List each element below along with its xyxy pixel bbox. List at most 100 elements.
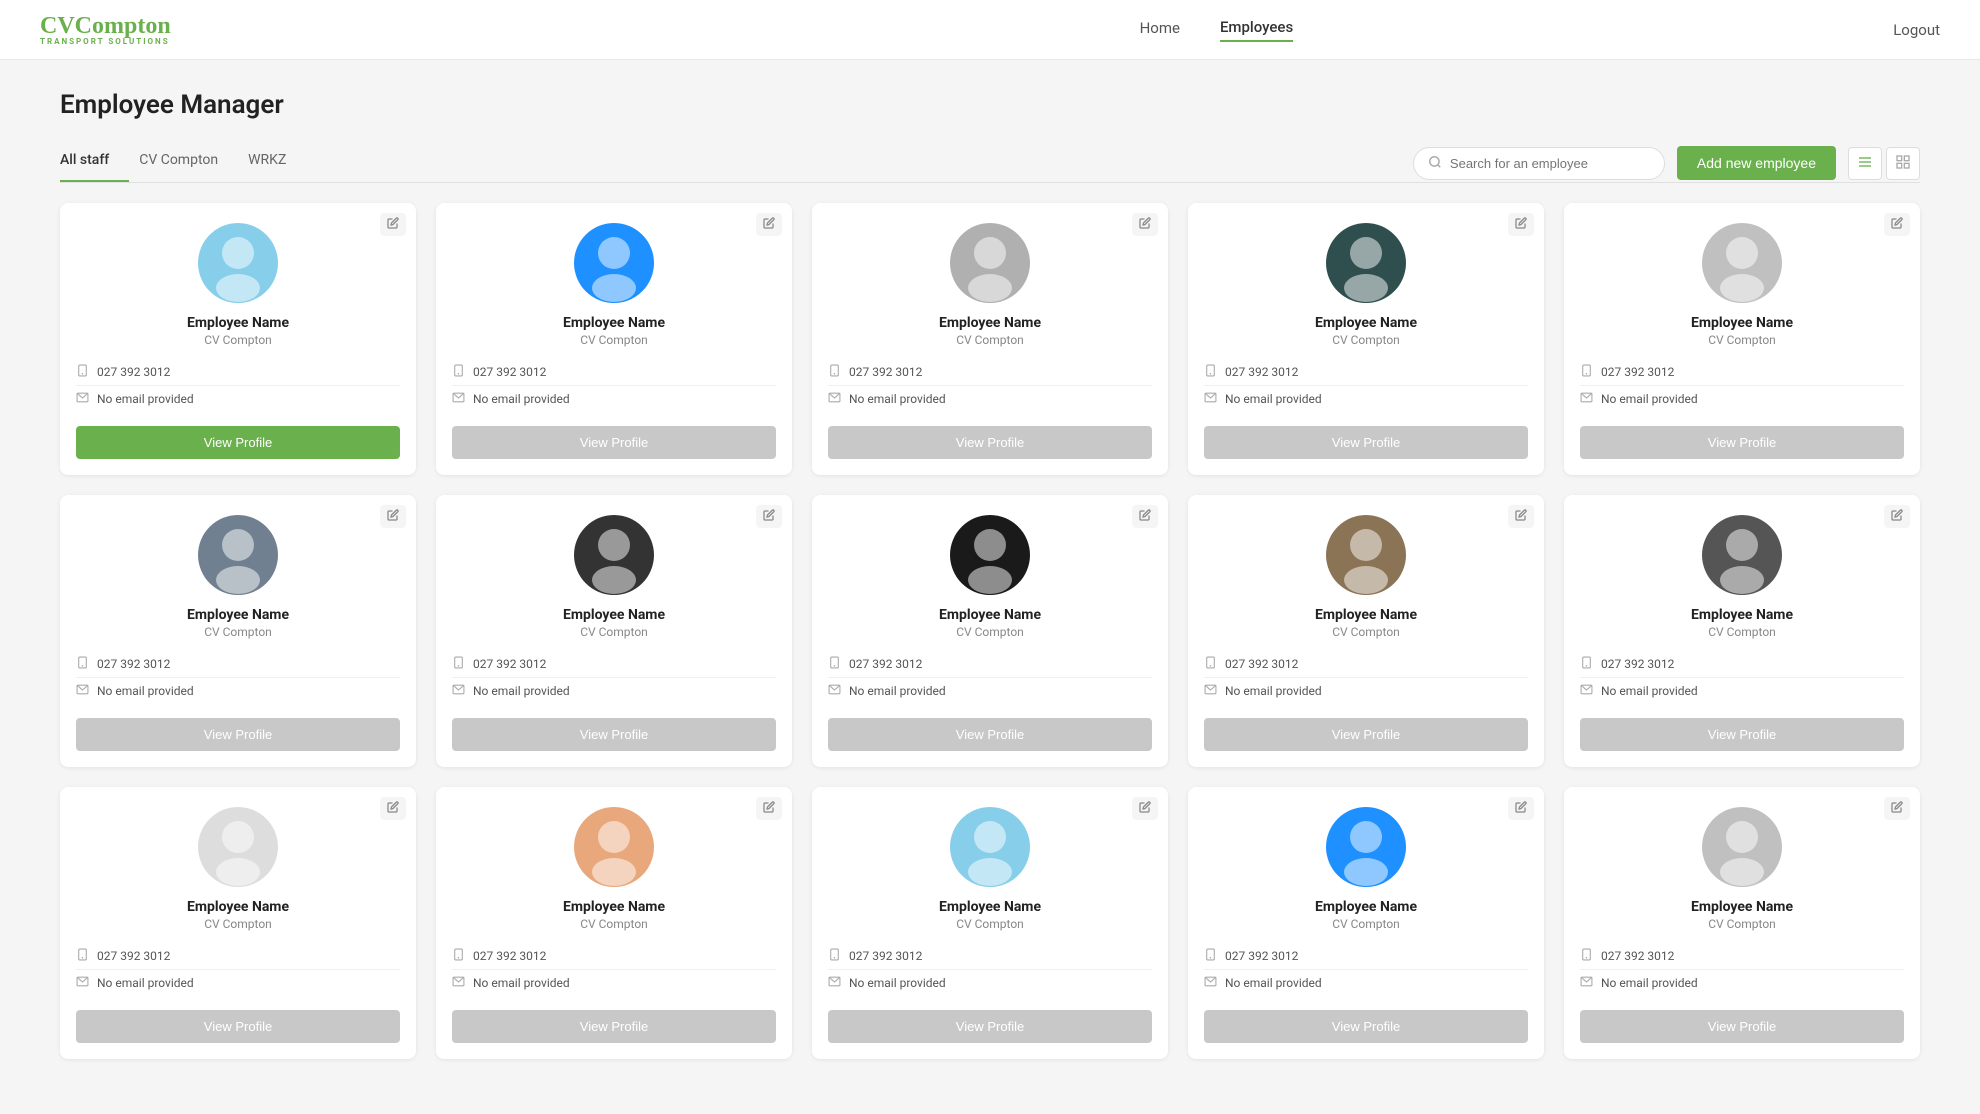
email-row: No email provided [76,386,400,412]
view-profile-button[interactable]: View Profile [76,426,400,459]
view-profile-button[interactable]: View Profile [1580,426,1904,459]
email-icon [1204,975,1217,991]
view-profile-button[interactable]: View Profile [828,718,1152,751]
page-title: Employee Manager [60,90,1920,120]
employee-company: CV Compton [204,333,272,347]
view-profile-button[interactable]: View Profile [1204,718,1528,751]
view-profile-button[interactable]: View Profile [1580,718,1904,751]
phone-row: 027 392 3012 [1204,651,1528,678]
phone-icon [1204,948,1217,964]
navbar: CVCompton TRANSPORT SOLUTIONS Home Emplo… [0,0,1980,60]
nav-links: Home Employees [1140,18,1294,42]
edit-button[interactable] [1132,213,1158,236]
phone-value: 027 392 3012 [849,365,922,379]
phone-value: 027 392 3012 [1225,657,1298,671]
phone-icon [828,364,841,380]
employee-card: Employee Name CV Compton 027 392 3012 [1564,787,1920,1059]
email-value: No email provided [473,684,570,698]
edit-button[interactable] [1884,505,1910,528]
employee-company: CV Compton [1708,917,1776,931]
list-view-button[interactable] [1848,147,1882,180]
email-icon [452,391,465,407]
phone-row: 027 392 3012 [452,651,776,678]
edit-button[interactable] [1884,213,1910,236]
nav-logout[interactable]: Logout [1893,21,1940,39]
email-row: No email provided [76,678,400,704]
phone-value: 027 392 3012 [1601,657,1674,671]
view-profile-button[interactable]: View Profile [76,1010,400,1043]
edit-button[interactable] [1508,505,1534,528]
employee-company: CV Compton [1332,917,1400,931]
grid-view-button[interactable] [1886,147,1920,180]
phone-icon [76,656,89,672]
email-icon [1580,391,1593,407]
tabs-toolbar: All staff CV Compton WRKZ Add new employ… [60,144,1920,183]
search-input[interactable] [1450,156,1650,171]
edit-button[interactable] [1132,797,1158,820]
view-profile-button[interactable]: View Profile [452,1010,776,1043]
tab-wrkz[interactable]: WRKZ [248,144,306,182]
employee-name: Employee Name [939,607,1041,623]
avatar [198,515,278,595]
email-value: No email provided [1601,684,1698,698]
edit-button[interactable] [1508,797,1534,820]
employee-name: Employee Name [187,315,289,331]
employee-info: 027 392 3012 No email provided [828,359,1152,412]
employee-name: Employee Name [1315,899,1417,915]
employee-info: 027 392 3012 No email provided [76,943,400,996]
avatar [1326,515,1406,595]
view-profile-button[interactable]: View Profile [452,426,776,459]
employee-card: Employee Name CV Compton 027 392 3012 [1564,203,1920,475]
employee-company: CV Compton [1708,625,1776,639]
employee-name: Employee Name [1691,315,1793,331]
employee-company: CV Compton [956,625,1024,639]
tab-all-staff[interactable]: All staff [60,144,129,182]
tab-cv-compton[interactable]: CV Compton [139,144,238,182]
phone-icon [1204,656,1217,672]
view-profile-button[interactable]: View Profile [1204,426,1528,459]
search-box [1413,147,1665,180]
brand-logo: CVCompton TRANSPORT SOLUTIONS [40,14,171,46]
email-value: No email provided [1601,392,1698,406]
view-profile-button[interactable]: View Profile [828,426,1152,459]
edit-button[interactable] [756,505,782,528]
employee-info: 027 392 3012 No email provided [76,359,400,412]
email-icon [1580,683,1593,699]
email-row: No email provided [828,386,1152,412]
employee-info: 027 392 3012 No email provided [828,651,1152,704]
view-profile-button[interactable]: View Profile [1580,1010,1904,1043]
edit-button[interactable] [756,213,782,236]
employee-name: Employee Name [1315,607,1417,623]
employee-company: CV Compton [204,625,272,639]
email-row: No email provided [1580,386,1904,412]
add-employee-button[interactable]: Add new employee [1677,146,1836,180]
employee-info: 027 392 3012 No email provided [76,651,400,704]
employee-card: Employee Name CV Compton 027 392 3012 [1188,495,1544,767]
phone-icon [76,364,89,380]
view-profile-button[interactable]: View Profile [76,718,400,751]
edit-button[interactable] [1884,797,1910,820]
avatar [1702,515,1782,595]
email-value: No email provided [97,976,194,990]
avatar [950,223,1030,303]
phone-value: 027 392 3012 [473,657,546,671]
edit-button[interactable] [1132,505,1158,528]
edit-button[interactable] [1508,213,1534,236]
employee-name: Employee Name [563,607,665,623]
phone-value: 027 392 3012 [97,657,170,671]
phone-row: 027 392 3012 [1580,359,1904,386]
email-row: No email provided [828,970,1152,996]
view-profile-button[interactable]: View Profile [1204,1010,1528,1043]
edit-button[interactable] [380,797,406,820]
nav-employees[interactable]: Employees [1220,18,1293,42]
edit-button[interactable] [756,797,782,820]
nav-home[interactable]: Home [1140,19,1180,41]
employee-info: 027 392 3012 No email provided [452,651,776,704]
avatar [198,223,278,303]
email-row: No email provided [828,678,1152,704]
view-profile-button[interactable]: View Profile [452,718,776,751]
email-icon [1580,975,1593,991]
edit-button[interactable] [380,213,406,236]
view-profile-button[interactable]: View Profile [828,1010,1152,1043]
edit-button[interactable] [380,505,406,528]
